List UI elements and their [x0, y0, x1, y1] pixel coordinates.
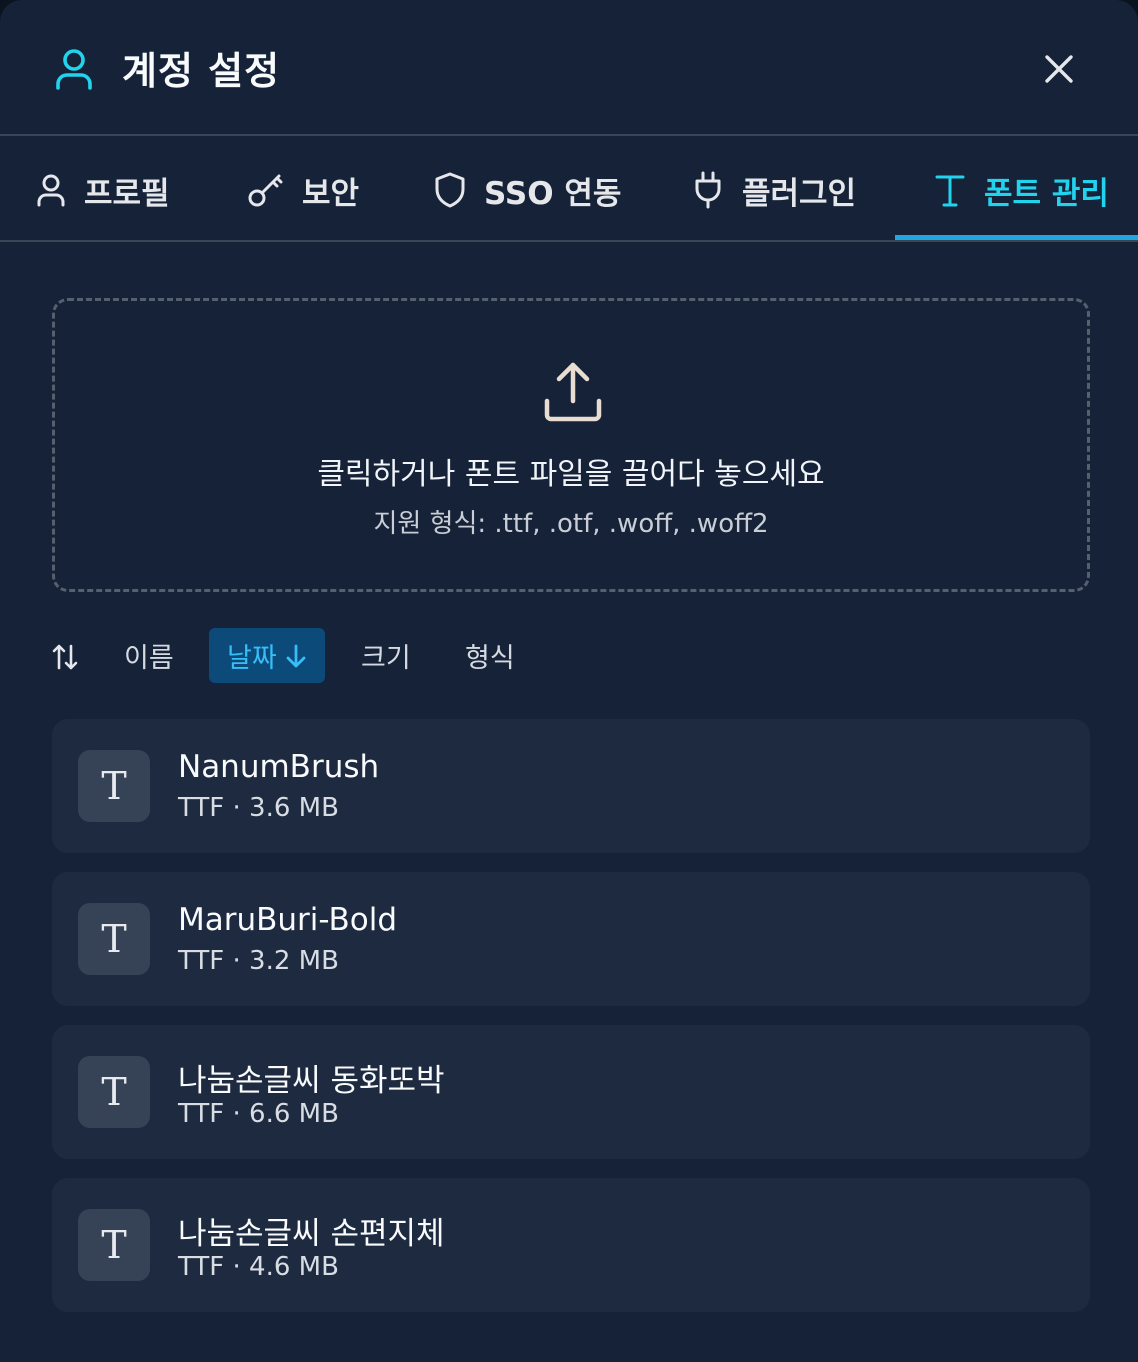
font-list-item[interactable]: T MaruBuri-Bold TTF · 3.2 MB	[52, 872, 1090, 1006]
font-type-icon: T	[78, 1056, 150, 1128]
tab-plugins[interactable]: 플러그인	[692, 138, 856, 242]
tab-label: SSO 연동	[484, 175, 622, 212]
font-name: MaruBuri-Bold	[178, 902, 398, 938]
sort-by-date[interactable]: 날짜	[209, 628, 325, 683]
dialog-header: 계정 설정	[0, 0, 1138, 136]
font-type-icon: T	[78, 750, 150, 822]
font-list-item[interactable]: T 나눔손글씨 동화또박 TTF · 6.6 MB	[52, 1025, 1090, 1159]
key-icon	[248, 174, 283, 207]
close-button[interactable]	[1036, 46, 1082, 92]
user-icon	[56, 49, 92, 90]
font-type-icon: T	[78, 903, 150, 975]
account-settings-dialog: 계정 설정 프로필 보안 SSO 연동 플러그인 폰트 관리 클릭하거나 폰트 …	[0, 0, 1138, 1362]
tab-font-management[interactable]: 폰트 관리	[934, 138, 1109, 242]
font-meta: TTF · 4.6 MB	[178, 1252, 339, 1282]
sort-label: 이름	[124, 643, 174, 674]
tab-security[interactable]: 보안	[246, 138, 359, 242]
sort-icon	[52, 644, 78, 670]
dropzone-supported-formats: 지원 형식: .ttf, .otf, .woff, .woff2	[373, 509, 769, 539]
sort-label: 크기	[361, 643, 411, 674]
sort-label: 날짜	[227, 643, 277, 674]
font-name: NanumBrush	[178, 749, 380, 785]
font-name: 나눔손글씨 손편지체	[178, 1216, 445, 1252]
tab-label: 폰트 관리	[984, 175, 1109, 212]
sort-bar: 이름 날짜 크기 형식	[0, 628, 1138, 684]
active-tab-indicator	[895, 235, 1138, 240]
font-meta: TTF · 3.2 MB	[178, 946, 339, 976]
tab-sso[interactable]: SSO 연동	[434, 138, 621, 242]
arrow-down-icon	[286, 644, 306, 667]
dialog-title: 계정 설정	[122, 49, 281, 93]
settings-tabs: 프로필 보안 SSO 연동 플러그인 폰트 관리	[0, 138, 1138, 242]
tab-label: 플러그인	[742, 175, 857, 212]
font-meta: TTF · 3.6 MB	[178, 793, 339, 823]
sort-by-size[interactable]: 크기	[343, 628, 429, 683]
upload-icon	[544, 362, 602, 422]
tab-label: 프로필	[84, 175, 170, 212]
sort-by-name[interactable]: 이름	[106, 628, 192, 683]
sort-label: 형식	[465, 643, 515, 674]
shield-icon	[435, 172, 465, 208]
sort-by-format[interactable]: 형식	[447, 628, 533, 683]
font-list-item[interactable]: T 나눔손글씨 손편지체 TTF · 4.6 MB	[52, 1178, 1090, 1312]
tab-label: 보안	[302, 175, 360, 212]
dropzone-title: 클릭하거나 폰트 파일을 끌어다 놓으세요	[317, 457, 825, 492]
tab-profile[interactable]: 프로필	[36, 138, 170, 242]
font-meta: TTF · 6.6 MB	[178, 1099, 339, 1129]
font-upload-dropzone[interactable]: 클릭하거나 폰트 파일을 끌어다 놓으세요 지원 형식: .ttf, .otf,…	[52, 298, 1090, 592]
font-name: 나눔손글씨 동화또박	[178, 1063, 445, 1099]
close-icon	[1045, 55, 1073, 83]
type-icon	[935, 175, 965, 207]
font-list-item[interactable]: T NanumBrush TTF · 3.6 MB	[52, 719, 1090, 853]
user-icon	[37, 174, 65, 207]
plug-icon	[695, 171, 721, 209]
font-type-icon: T	[78, 1209, 150, 1281]
